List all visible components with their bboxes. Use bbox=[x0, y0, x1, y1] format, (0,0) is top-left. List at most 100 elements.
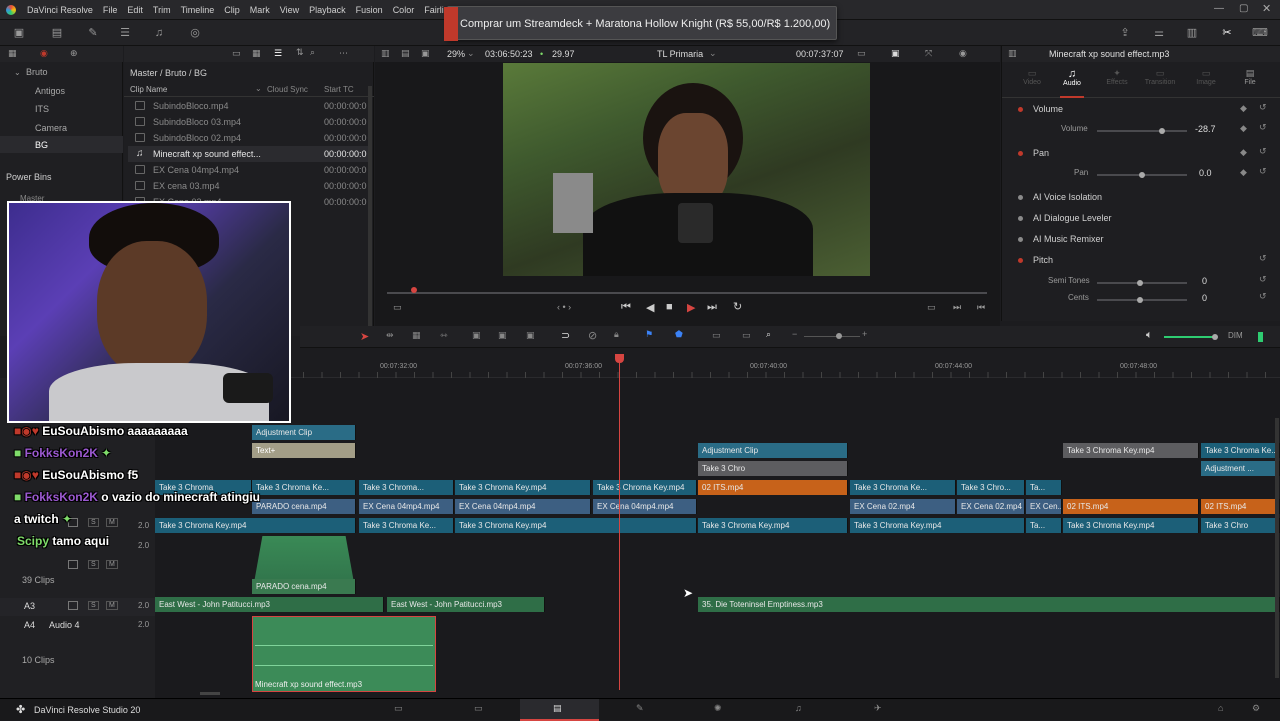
pan-section[interactable]: Pan ◆ ↺ bbox=[1002, 144, 1280, 164]
timeline-clip[interactable]: Take 3 Chroma Ke... bbox=[359, 518, 454, 533]
loop-icon[interactable]: ↻ bbox=[733, 300, 742, 313]
overwrite-clip-icon[interactable]: ▣ bbox=[498, 330, 507, 341]
volume-section[interactable]: Volume ◆ ↺ bbox=[1002, 100, 1280, 120]
sort-icon[interactable]: ⇅ bbox=[296, 47, 304, 58]
zoom-custom-icon[interactable]: ⌕ bbox=[766, 329, 771, 340]
keyframe-icon[interactable]: ◆ bbox=[1240, 123, 1247, 134]
scrubber-playhead[interactable] bbox=[411, 287, 417, 293]
timeline-clip[interactable]: 35. Die Toteninsel Emptiness.mp3 bbox=[698, 597, 1280, 612]
timeline-clip[interactable]: Take 3 Chroma Ke... bbox=[252, 480, 356, 495]
volume-enable-dot[interactable] bbox=[1018, 107, 1023, 112]
bin-item-camera[interactable]: Camera bbox=[35, 123, 67, 133]
marker-icon[interactable]: ⬟ bbox=[675, 329, 683, 340]
timeline-zoom-slider[interactable] bbox=[804, 333, 860, 339]
timeline-clip[interactable]: Take 3 Chroma Ke... bbox=[850, 480, 956, 495]
media-page-icon[interactable]: ▭ bbox=[394, 703, 403, 714]
zoom-out-icon[interactable]: − bbox=[792, 329, 797, 339]
reset-icon[interactable]: ↺ bbox=[1259, 291, 1267, 302]
menu-item-color[interactable]: Color bbox=[388, 0, 420, 20]
timeline-clip[interactable]: EX Cena 04mp4.mp4 bbox=[359, 499, 454, 514]
tab-file[interactable]: ▤ File bbox=[1238, 68, 1262, 86]
ai-music-remixer[interactable]: AI Music Remixer bbox=[1002, 230, 1280, 250]
playhead[interactable] bbox=[615, 354, 624, 690]
minimize-icon[interactable]: — bbox=[1214, 3, 1224, 14]
pitch-section[interactable]: Pitch ↺ bbox=[1002, 251, 1280, 271]
selection-tool-icon[interactable]: ➤ bbox=[360, 330, 369, 343]
volume-value[interactable]: -28.7 bbox=[1195, 124, 1216, 134]
timeline-ruler[interactable]: 00:07:32:00 00:07:36:00 00:07:40:00 00:0… bbox=[155, 348, 1280, 378]
timeline-clip[interactable]: Take 3 Chroma Ke... bbox=[1201, 443, 1280, 458]
prev-frame-icon[interactable]: ⏮ bbox=[977, 302, 985, 313]
timeline-clip[interactable]: East West - John Patitucci.mp3 bbox=[155, 597, 384, 612]
speaker-icon[interactable]: 🔈︎ bbox=[1146, 329, 1153, 342]
dynamic-trim-icon[interactable]: ▦ bbox=[412, 330, 421, 341]
inspector-icon[interactable]: ✂ bbox=[1220, 26, 1234, 40]
ai-voice-isolation[interactable]: AI Voice Isolation bbox=[1002, 188, 1280, 208]
menu-item-timeline[interactable]: Timeline bbox=[176, 0, 220, 20]
menu-item-playback[interactable]: Playback bbox=[304, 0, 351, 20]
clip-row[interactable]: SubindoBloco 03.mp4 00:00:00:0 bbox=[128, 114, 372, 130]
volume-slider-knob[interactable] bbox=[1158, 128, 1165, 134]
ai-dialogue-enable-dot[interactable] bbox=[1018, 216, 1023, 221]
keyframe-icon[interactable]: ◆ bbox=[1240, 167, 1247, 178]
horizontal-scrollbar[interactable] bbox=[200, 692, 220, 695]
zoom-detail-icon[interactable]: ▭ bbox=[742, 330, 751, 341]
next-frame-icon[interactable]: ⏭ bbox=[953, 302, 961, 313]
cut-page-icon[interactable]: ▭ bbox=[474, 703, 483, 714]
bin-item-its[interactable]: ITS bbox=[35, 104, 49, 114]
jog-icon[interactable]: ‹ • › bbox=[557, 302, 571, 312]
chevron-down-icon[interactable]: ⌄ bbox=[709, 48, 717, 59]
zoom-in-icon[interactable]: + bbox=[862, 329, 867, 339]
timeline-clip[interactable]: EX Cen... bbox=[1026, 499, 1062, 514]
chevron-down-icon[interactable]: ⌄ bbox=[14, 68, 21, 77]
viewer-options-icon[interactable]: ▭ bbox=[393, 302, 402, 313]
clip-row[interactable]: SubindoBloco 02.mp4 00:00:00:0 bbox=[128, 130, 372, 146]
zoom-level[interactable]: 29% bbox=[447, 49, 465, 59]
viewer-single-icon[interactable]: ▣ bbox=[421, 48, 430, 59]
mixer-icon[interactable]: ⚌ bbox=[1152, 26, 1166, 40]
tab-image[interactable]: ▭ Image bbox=[1194, 68, 1218, 86]
tracks-scrollbar[interactable] bbox=[1275, 418, 1279, 678]
timeline-clip[interactable]: Take 3 Chroma Key.mp4 bbox=[455, 518, 697, 533]
replace-clip-icon[interactable]: ▣ bbox=[526, 330, 535, 341]
reset-icon[interactable]: ↺ bbox=[1259, 102, 1267, 113]
inspector-panel-icon[interactable]: ▥ bbox=[1008, 48, 1017, 59]
color-picker-icon[interactable]: ◉ bbox=[959, 48, 967, 59]
menu-item-trim[interactable]: Trim bbox=[148, 0, 176, 20]
search-icon[interactable]: ⌕ bbox=[310, 47, 315, 58]
reset-icon[interactable]: ↺ bbox=[1259, 274, 1267, 285]
flag-icon[interactable]: ⚑ bbox=[645, 329, 653, 340]
metadata-panel-icon[interactable]: ▥ bbox=[1185, 26, 1199, 40]
timeline-clip[interactable]: Take 3 Chroma Key.mp4 bbox=[593, 480, 697, 495]
sound-library-icon[interactable]: ♫ bbox=[152, 26, 166, 40]
media-scrollbar[interactable] bbox=[368, 86, 372, 326]
a4-track-name[interactable]: Audio 4 bbox=[49, 620, 80, 630]
insert-clip-icon[interactable]: ▣ bbox=[472, 330, 481, 341]
viewer-mode-icon[interactable]: ▤ bbox=[401, 48, 410, 59]
col-start-tc[interactable]: Start TC bbox=[324, 85, 354, 94]
pitch-enable-dot[interactable] bbox=[1018, 258, 1023, 263]
transform-icon[interactable]: ⤧ bbox=[925, 48, 932, 59]
master-volume-slider[interactable] bbox=[1164, 334, 1218, 340]
timeline-clip[interactable]: Take 3 Chro... bbox=[957, 480, 1025, 495]
clip-row[interactable]: SubindoBloco.mp4 00:00:00:0 bbox=[128, 98, 372, 114]
timeline-tracks[interactable]: Adjustment Clip Text+ Adjustment Clip Ta… bbox=[155, 378, 1280, 698]
list-icon[interactable]: ☰ bbox=[118, 26, 132, 40]
pan-slider[interactable] bbox=[1097, 172, 1187, 178]
col-cloud-sync[interactable]: Cloud Sync bbox=[267, 85, 308, 94]
timeline-clip[interactable]: EX Cena 02.mp4 bbox=[957, 499, 1025, 514]
timeline-clip[interactable]: PARADO cena.mp4 bbox=[252, 579, 356, 594]
audio-track-icon[interactable] bbox=[68, 601, 78, 610]
video-track-icon[interactable] bbox=[68, 560, 78, 569]
lock-icon[interactable]: 🔒︎ bbox=[614, 329, 619, 340]
timeline-clip[interactable]: Take 3 Chroma Key.mp4 bbox=[698, 518, 848, 533]
timeline-name[interactable]: TL Primaria bbox=[657, 49, 703, 59]
tab-audio[interactable]: ♫ Audio bbox=[1060, 68, 1084, 98]
export-icon[interactable]: ⇪ bbox=[1118, 26, 1132, 40]
go-to-end-icon[interactable]: ⏭ bbox=[707, 301, 717, 314]
snapping-icon[interactable]: ⊃ bbox=[561, 329, 570, 342]
timeline-clip[interactable]: Take 3 Chroma Key.mp4 bbox=[455, 480, 591, 495]
timeline-clip[interactable]: Take 3 Chroma... bbox=[359, 480, 454, 495]
viewer-layout-icon[interactable]: ▥ bbox=[381, 48, 390, 59]
grid-icon[interactable]: ▦ bbox=[8, 48, 17, 59]
